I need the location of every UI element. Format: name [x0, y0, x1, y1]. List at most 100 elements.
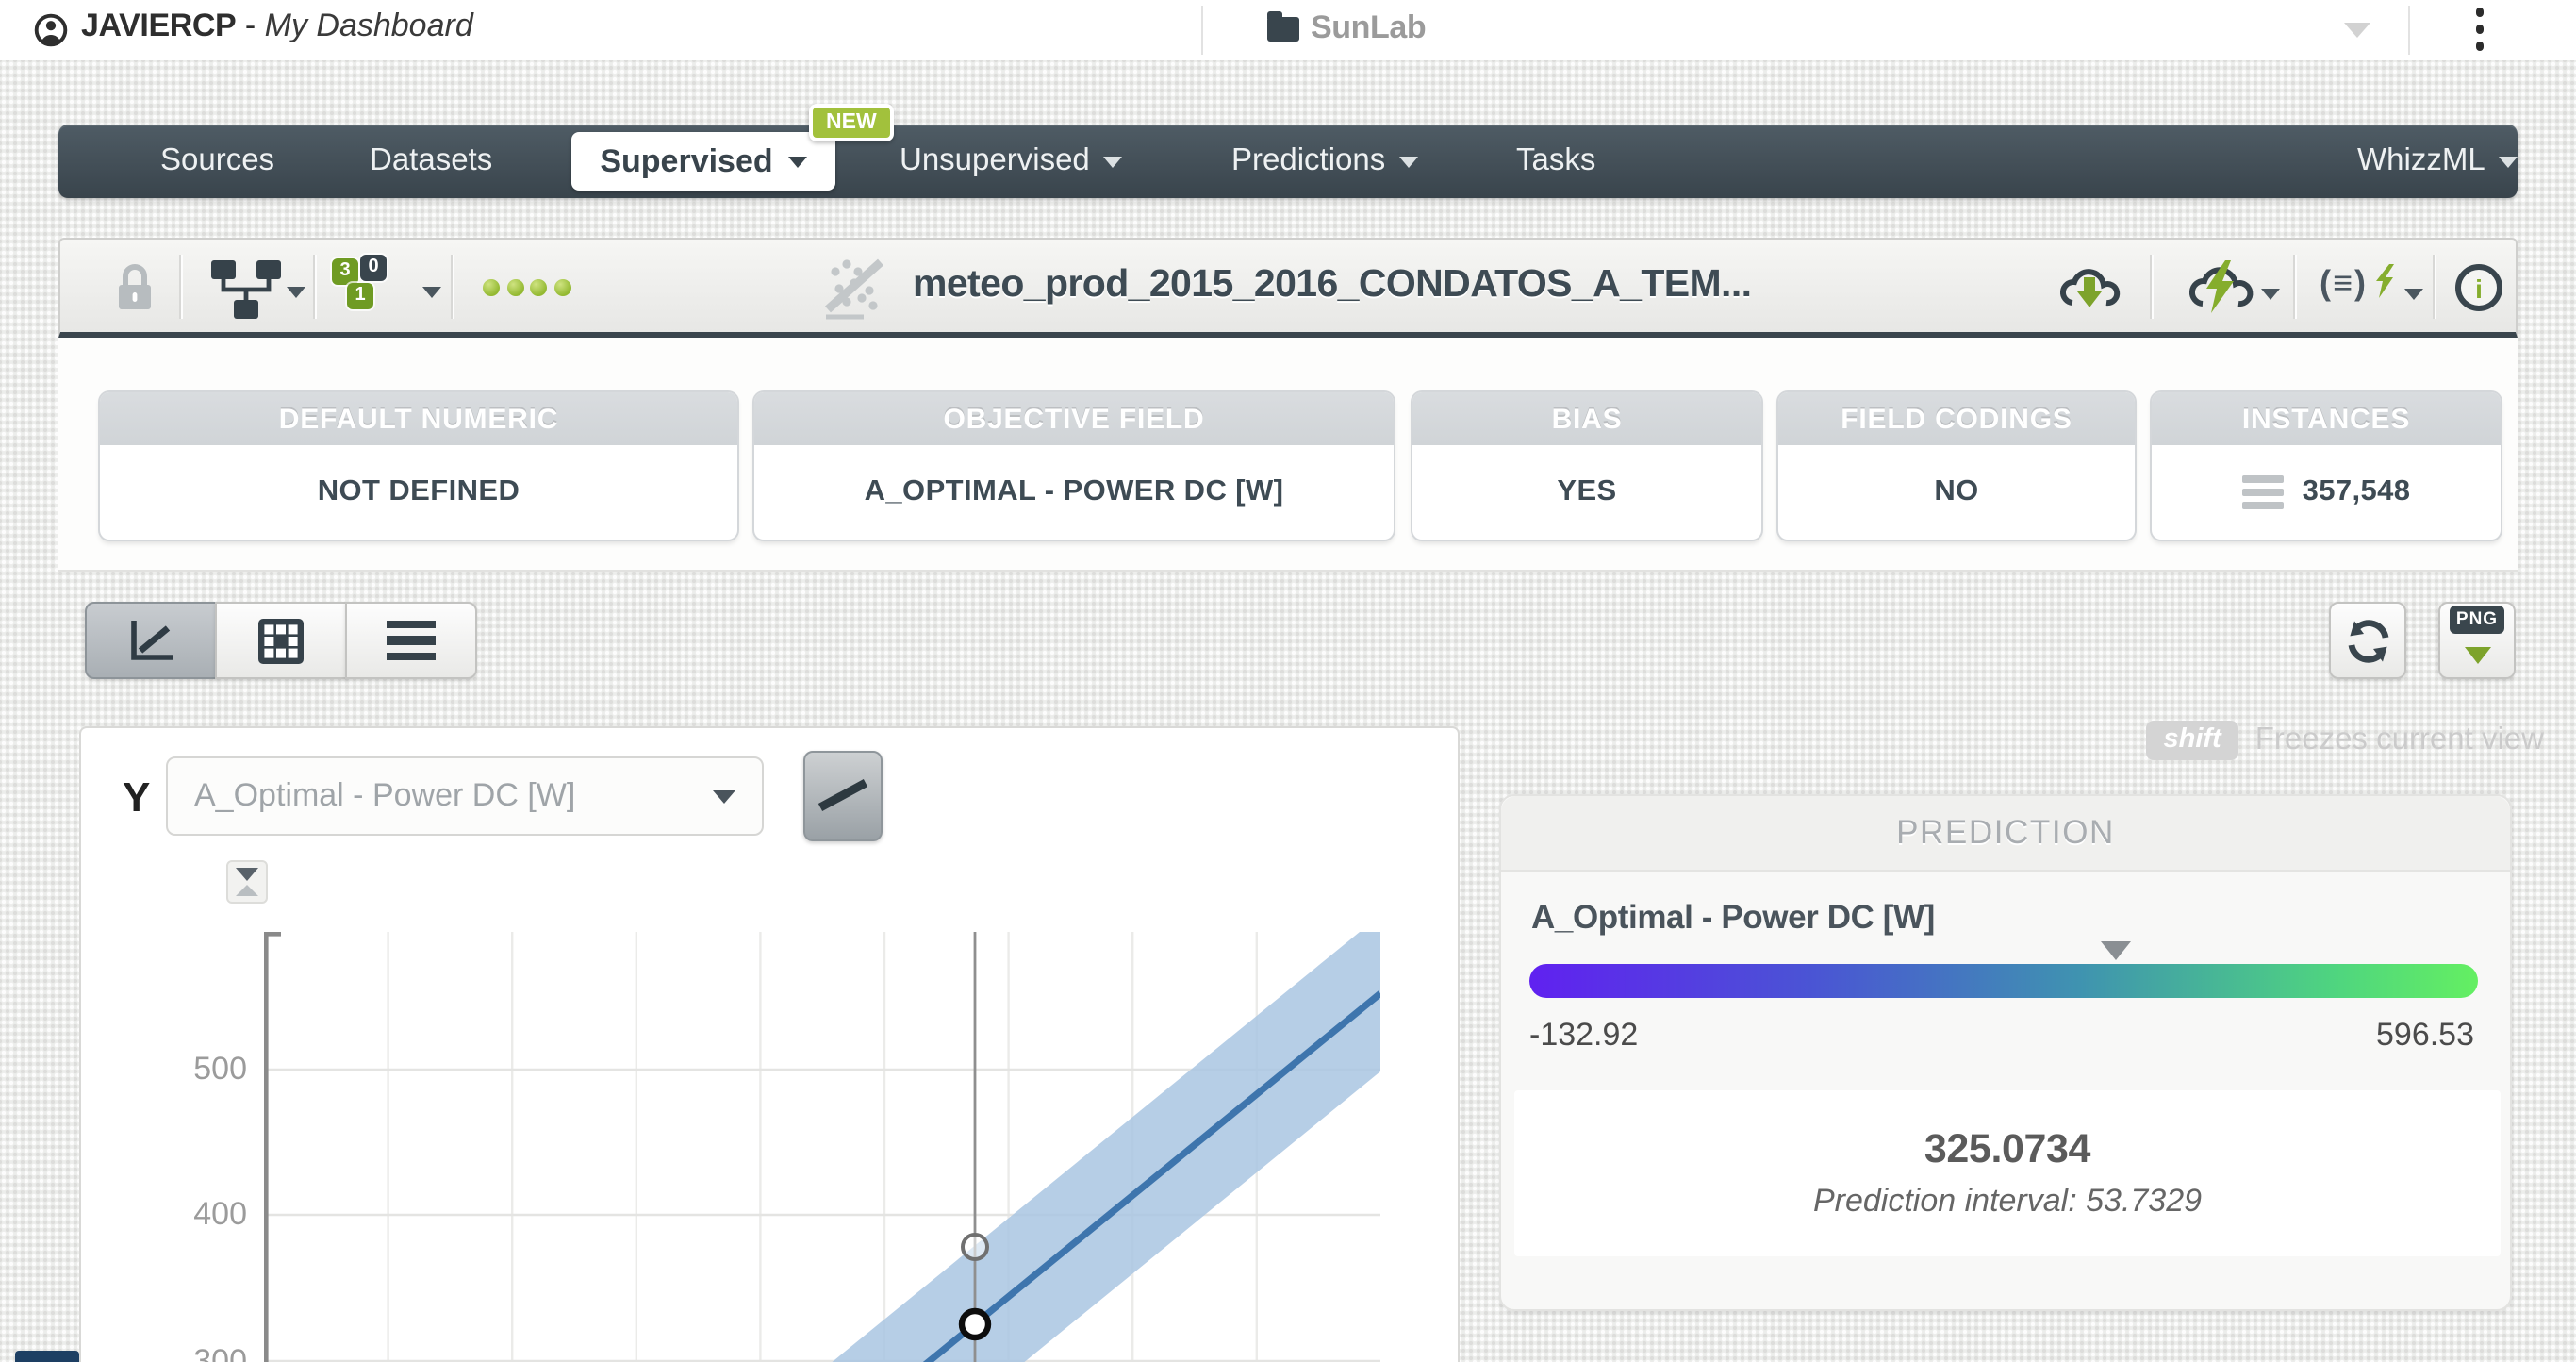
card-value: NOT DEFINED — [100, 445, 737, 540]
toolbar-separator — [2150, 255, 2152, 319]
y-tick-500: 500 — [153, 1051, 247, 1088]
batch-prediction-icon[interactable] — [2184, 257, 2255, 317]
title-separator: - — [245, 8, 256, 43]
toolbar-separator — [179, 255, 181, 319]
nav-datasets[interactable]: Datasets — [370, 125, 492, 198]
header-divider — [2408, 6, 2410, 55]
table-view-button[interactable] — [215, 602, 347, 679]
regression-line-button[interactable] — [803, 751, 883, 841]
card-default-numeric: DEFAULT NUMERIC NOT DEFINED — [100, 392, 737, 540]
png-icon: PNG — [2450, 605, 2504, 665]
info-icon[interactable]: i — [2455, 264, 2502, 311]
chevron-down-icon — [1398, 156, 1417, 167]
project-folder-icon — [1267, 17, 1299, 42]
interval-label: Prediction interval: — [1813, 1183, 2077, 1219]
card-label: OBJECTIVE FIELD — [754, 392, 1394, 445]
chevron-down-icon — [1103, 156, 1122, 167]
regression-plot[interactable] — [264, 932, 1380, 1362]
nav-unsupervised[interactable]: Unsupervised — [900, 125, 1122, 198]
card-instances: INSTANCES 357,548 — [2152, 392, 2501, 540]
triangle-up-icon — [236, 885, 258, 896]
card-label: INSTANCES — [2152, 392, 2501, 445]
workspace-name: My Dashboard — [265, 8, 473, 43]
line-icon — [813, 758, 873, 834]
list-view-button[interactable] — [345, 602, 477, 679]
y-tick-300: 300 — [153, 1343, 247, 1362]
chevron-down-icon — [422, 287, 441, 298]
card-bias: BIAS YES — [1412, 392, 1761, 540]
shift-key-badge: shift — [2147, 721, 2238, 760]
lock-icon — [117, 262, 153, 313]
top-header: JAVIERCP - My Dashboard SunLab — [0, 0, 2576, 60]
chevron-down-icon — [2499, 156, 2518, 167]
nav-whizzml[interactable]: WhizzML — [2357, 125, 2518, 198]
card-objective-field: OBJECTIVE FIELD A_OPTIMAL - POWER DC [W] — [754, 392, 1394, 540]
sample-icon[interactable]: 3 0 1 — [332, 255, 415, 323]
shift-hint: shift Freezes current view — [2147, 721, 2545, 760]
prediction-panel: PREDICTION A_Optimal - Power DC [W] -132… — [1499, 794, 2512, 1311]
interval-upper-marker — [963, 1235, 987, 1259]
linear-regression-icon — [822, 257, 886, 321]
chevron-down-icon — [287, 287, 305, 298]
project-name[interactable]: SunLab — [1311, 9, 1426, 47]
card-label: FIELD CODINGS — [1778, 392, 2135, 445]
nav-tasks[interactable]: Tasks — [1516, 125, 1595, 198]
dashboard-title: JAVIERCP - My Dashboard — [81, 8, 473, 45]
y-field-select[interactable]: A_Optimal - Power DC [W] — [166, 756, 764, 836]
model-tree-icon[interactable] — [211, 260, 281, 319]
y-axis-line — [266, 934, 281, 1362]
hint-text: Freezes current view — [2255, 723, 2544, 758]
card-label: BIAS — [1412, 392, 1761, 445]
bottom-corner-bar — [15, 1351, 79, 1362]
card-value: A_OPTIMAL - POWER DC [W] — [754, 445, 1394, 540]
toolbar-separator — [451, 255, 453, 319]
triangle-down-icon — [236, 868, 258, 881]
gradient-marker-icon[interactable] — [2101, 941, 2131, 960]
summary-section: DEFAULT NUMERIC NOT DEFINED OBJECTIVE FI… — [58, 338, 2518, 572]
app: JAVIERCP - My Dashboard SunLab Sources D… — [0, 0, 2576, 1362]
resource-toolbar: 3 0 1 meteo_prod_2015_2016_CONDATOS_A_TE… — [58, 238, 2518, 338]
prediction-value-box: 325.0734 Prediction interval: 53.7329 — [1514, 1090, 2501, 1256]
collapse-axis-button[interactable] — [226, 860, 268, 904]
export-png-button[interactable]: PNG — [2438, 602, 2516, 679]
resource-title: meteo_prod_2015_2016_CONDATOS_A_TEM... — [913, 262, 1751, 307]
download-icon[interactable] — [2056, 258, 2123, 315]
prediction-gradient-bar — [1529, 964, 2478, 998]
prediction-value: 325.0734 — [1514, 1126, 2501, 1173]
y-axis-label: Y — [123, 773, 150, 822]
card-label: DEFAULT NUMERIC — [100, 392, 737, 445]
chart-panel: Y A_Optimal - Power DC [W] 500 400 300 — [79, 726, 1460, 1362]
y-field-value: A_Optimal - Power DC [W] — [194, 777, 575, 815]
prediction-point-marker — [962, 1311, 988, 1337]
chevron-down-icon — [2404, 289, 2423, 300]
toolbar-separator — [2293, 255, 2295, 319]
more-menu-icon[interactable] — [2472, 8, 2487, 50]
nav-sources[interactable]: Sources — [160, 125, 274, 198]
chevron-down-icon — [713, 789, 735, 803]
chevron-down-icon — [2261, 289, 2280, 300]
confidence-band — [830, 932, 1380, 1362]
table-view-icon — [258, 618, 304, 663]
prediction-panel-title: PREDICTION — [1501, 796, 2510, 872]
card-field-codings: FIELD CODINGS NO — [1778, 392, 2135, 540]
nav-predictions[interactable]: Predictions — [1231, 125, 1417, 198]
toolbar-separator — [2433, 255, 2435, 319]
card-value: NO — [1778, 445, 2135, 540]
prediction-args-icon[interactable]: (≡) — [2320, 264, 2396, 304]
nav-supervised[interactable]: Supervised — [571, 132, 835, 191]
chart-view-button[interactable] — [85, 602, 217, 679]
prediction-field-label: A_Optimal - Power DC [W] — [1531, 898, 1935, 938]
refresh-button[interactable] — [2329, 602, 2406, 679]
card-value: YES — [1412, 445, 1761, 540]
rows-icon — [2242, 475, 2284, 509]
toolbar-separator — [313, 255, 315, 319]
user-avatar-icon[interactable] — [34, 13, 68, 47]
status-dots — [483, 279, 570, 296]
username: JAVIERCP — [81, 8, 236, 43]
header-divider — [1201, 6, 1203, 55]
project-dropdown-caret[interactable] — [2344, 23, 2370, 38]
range-max: 596.53 — [2376, 1017, 2474, 1055]
chart-view-icon — [125, 617, 176, 664]
main-nav: Sources Datasets Supervised NEW Unsuperv… — [58, 125, 2518, 198]
y-tick-400: 400 — [153, 1196, 247, 1234]
